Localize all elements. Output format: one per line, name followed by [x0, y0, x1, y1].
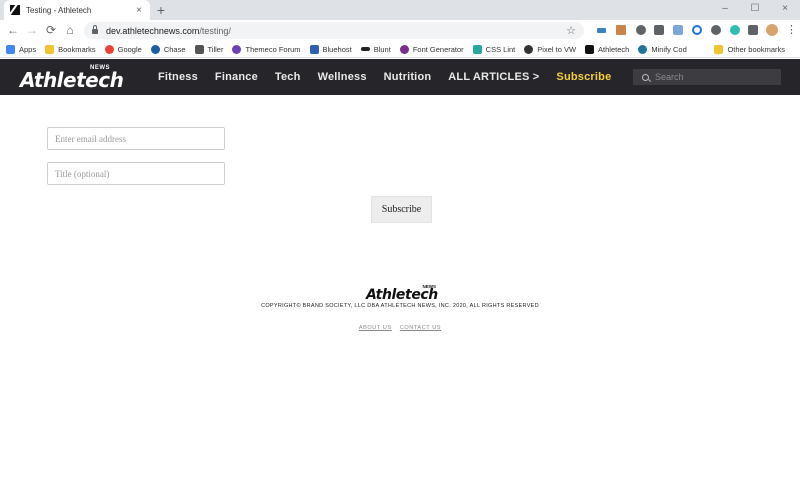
copyright-text: COPYRIGHT© BRAND SOCIETY, LLC DBA ATHLET…: [261, 303, 539, 309]
extension-gear-icon[interactable]: [730, 25, 740, 35]
footer-links: ABOUT US CONTACT US: [0, 325, 800, 331]
browser-tabstrip: Testing - Athletech × + – ☐ ×: [0, 0, 800, 20]
nav-finance[interactable]: Finance: [215, 71, 258, 83]
folder-icon: [45, 44, 55, 54]
apps-grid-icon: [6, 44, 15, 54]
bookmark-blunt[interactable]: Blunt: [360, 45, 391, 54]
globe-icon: [524, 44, 534, 54]
blunt-icon: [360, 47, 370, 51]
main-nav: Fitness Finance Tech Wellness Nutrition …: [158, 59, 628, 95]
nav-subscribe[interactable]: Subscribe: [556, 71, 611, 83]
font-generator-icon: [399, 44, 409, 54]
bookmark-chase[interactable]: Chase: [150, 44, 186, 54]
reload-icon[interactable]: ⟳: [43, 22, 59, 38]
subscribe-button[interactable]: Subscribe: [371, 196, 432, 223]
nav-nutrition[interactable]: Nutrition: [384, 71, 432, 83]
google-icon: [104, 44, 114, 54]
search-icon: [642, 73, 649, 81]
bookmark-tiller[interactable]: Tiller: [194, 44, 223, 54]
bookmark-athletech[interactable]: Athletech: [585, 44, 629, 54]
folder-icon: [714, 45, 724, 54]
nav-all-articles[interactable]: ALL ARTICLES >: [448, 71, 539, 83]
site-search[interactable]: [633, 69, 781, 85]
close-window-button[interactable]: ×: [770, 0, 800, 20]
css-lint-icon: [472, 44, 482, 54]
bookmark-css-lint[interactable]: CSS Lint: [472, 44, 515, 54]
athletech-favicon-icon: [10, 5, 20, 15]
chase-icon: [150, 44, 160, 54]
email-field[interactable]: [47, 127, 225, 150]
browser-menu-icon[interactable]: ⋮: [786, 23, 797, 36]
lock-icon: [92, 25, 98, 34]
bluehost-grid-icon: [309, 44, 319, 54]
bookmark-pixel-to-vw[interactable]: Pixel to VW: [524, 44, 576, 54]
footer-link-about-us[interactable]: ABOUT US: [359, 325, 392, 331]
bookmark-minify-code[interactable]: Minify Cod: [638, 44, 687, 54]
search-input[interactable]: [655, 72, 775, 82]
home-icon[interactable]: ⌂: [62, 22, 78, 38]
extension-cloud-icon[interactable]: [636, 25, 646, 35]
athletech-logo[interactable]: Athletech NEWS: [20, 65, 124, 92]
url-text[interactable]: dev.athletechnews.com/testing/: [106, 26, 566, 36]
browser-toolbar: ← → ⟳ ⌂ dev.athletechnews.com/testing/ ☆…: [0, 20, 800, 41]
bookmark-font-generator[interactable]: Font Generator: [399, 44, 464, 54]
site-header: Athletech NEWS Fitness Finance Tech Well…: [0, 59, 800, 95]
themeco-icon: [232, 44, 242, 54]
athletech-icon: [585, 44, 595, 54]
extension-search-icon[interactable]: [692, 25, 702, 35]
browser-tab-active[interactable]: Testing - Athletech ×: [4, 0, 150, 20]
bookmark-themeco-forum[interactable]: Themeco Forum: [232, 44, 301, 54]
logo-news-label: NEWS: [90, 65, 110, 71]
extension-circle-icon[interactable]: [711, 25, 721, 35]
nav-wellness[interactable]: Wellness: [318, 71, 367, 83]
new-tab-button[interactable]: +: [154, 1, 168, 19]
nav-fitness[interactable]: Fitness: [158, 71, 198, 83]
bookmark-bluehost[interactable]: Bluehost: [309, 44, 352, 54]
extension-flag-icon[interactable]: [616, 25, 626, 35]
title-field[interactable]: [47, 162, 225, 185]
profile-avatar[interactable]: [766, 24, 778, 36]
extension-toggle-icon[interactable]: [673, 25, 683, 35]
extension-camera-icon[interactable]: [654, 25, 664, 35]
logo-wordmark: Athletech: [20, 68, 124, 92]
nav-tech[interactable]: Tech: [275, 71, 301, 83]
back-arrow-icon[interactable]: ←: [5, 22, 21, 38]
bookmark-other-bookmarks[interactable]: Other bookmarks: [714, 41, 785, 58]
tab-title: Testing - Athletech: [26, 5, 92, 15]
wordpress-icon: [638, 44, 648, 54]
extension-arrows-icon[interactable]: [597, 28, 606, 33]
footer-logo-news-label: NEWS: [422, 284, 437, 289]
minimize-button[interactable]: –: [710, 0, 740, 20]
footer-logo-wordmark: Athletech: [366, 287, 438, 303]
extensions-puzzle-icon[interactable]: [748, 25, 758, 35]
bookmark-bookmarks[interactable]: Bookmarks: [45, 44, 96, 54]
footer-link-contact-us[interactable]: CONTACT US: [400, 325, 441, 331]
footer-logo[interactable]: Athletech NEWS: [366, 284, 438, 303]
address-bar[interactable]: dev.athletechnews.com/testing/ ☆: [84, 22, 584, 39]
bookmarks-bar: Apps Bookmarks Google Chase Tiller Theme…: [0, 41, 800, 58]
bookmark-google[interactable]: Google: [104, 44, 142, 54]
tiller-icon: [194, 44, 204, 54]
bookmark-apps[interactable]: Apps: [6, 44, 36, 54]
forward-arrow-icon[interactable]: →: [24, 22, 40, 38]
maximize-button[interactable]: ☐: [740, 0, 770, 20]
tab-close-icon[interactable]: ×: [134, 5, 144, 16]
bookmark-star-icon[interactable]: ☆: [566, 24, 576, 37]
